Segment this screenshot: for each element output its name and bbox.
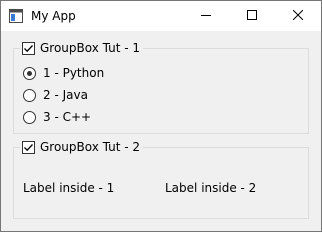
minimize-button[interactable]	[183, 1, 229, 31]
close-icon	[292, 9, 304, 23]
radio-java[interactable]: 2 - Java	[23, 87, 88, 103]
maximize-button[interactable]	[229, 1, 275, 31]
radio-label: 3 - C++	[43, 110, 92, 124]
title-bar[interactable]: My App	[1, 1, 321, 31]
radio-python[interactable]: 1 - Python	[23, 65, 104, 81]
radio-label: 1 - Python	[43, 66, 105, 80]
label-inside-2: Label inside - 2	[165, 181, 257, 195]
groupbox-1-title: GroupBox Tut - 1	[40, 41, 141, 55]
groupbox-2-checkbox[interactable]	[22, 140, 35, 154]
radio-label: 2 - Java	[43, 88, 88, 102]
close-button[interactable]	[275, 1, 321, 31]
checkmark-icon	[24, 143, 33, 151]
groupbox-1-header[interactable]: GroupBox Tut - 1	[20, 40, 144, 56]
radio-dot	[27, 70, 32, 76]
groupbox-2-header[interactable]: GroupBox Tut - 2	[20, 139, 144, 155]
groupbox-1-checkbox[interactable]	[22, 41, 35, 55]
radio-button[interactable]	[23, 110, 36, 124]
main-window: My App GroupBox Tut - 1 1 - Python 2 - J…	[0, 0, 322, 232]
radio-button[interactable]	[23, 88, 36, 102]
maximize-icon	[247, 9, 257, 23]
groupbox-1: GroupBox Tut - 1 1 - Python 2 - Java 3 -…	[13, 40, 309, 134]
radio-button-selected[interactable]	[23, 66, 36, 80]
window-title: My App	[31, 9, 76, 23]
groupbox-2: GroupBox Tut - 2 Label inside - 1 Label …	[13, 139, 309, 219]
minimize-icon	[201, 9, 211, 23]
checkmark-icon	[24, 44, 33, 52]
label-inside-1: Label inside - 1	[23, 181, 115, 195]
app-window-icon	[9, 9, 23, 23]
radio-cpp[interactable]: 3 - C++	[23, 109, 91, 125]
groupbox-2-title: GroupBox Tut - 2	[40, 140, 141, 154]
